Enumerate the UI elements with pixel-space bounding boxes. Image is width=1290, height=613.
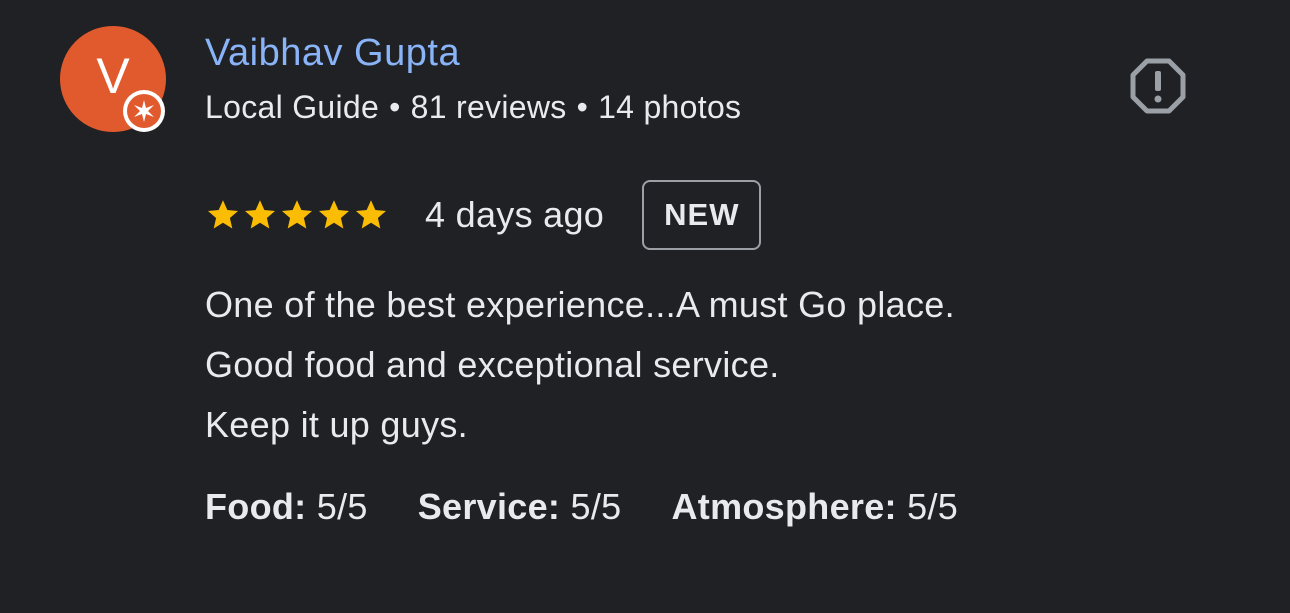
report-octagon-icon xyxy=(1130,58,1186,114)
attribute-food: Food: 5/5 xyxy=(205,486,368,528)
report-button[interactable] xyxy=(1128,56,1188,116)
star-icon xyxy=(245,200,275,229)
reviewer-meta: Local Guide • 81 reviews • 14 photos xyxy=(205,89,741,126)
star-icon xyxy=(356,200,386,229)
attribute-label: Atmosphere: xyxy=(671,486,897,527)
star-icon xyxy=(282,200,312,229)
attribute-atmosphere: Atmosphere: 5/5 xyxy=(671,486,958,528)
avatar-initial: V xyxy=(96,48,130,104)
attribute-value: 5/5 xyxy=(907,486,959,527)
attribute-service: Service: 5/5 xyxy=(418,486,622,528)
review-date: 4 days ago xyxy=(425,194,605,235)
meta-separator: • xyxy=(389,89,401,125)
star-icon xyxy=(319,200,349,229)
local-guide-star-icon xyxy=(127,94,161,128)
star-rating xyxy=(205,197,389,233)
attribute-label: Food: xyxy=(205,486,307,527)
attribute-value: 5/5 xyxy=(570,486,622,527)
avatar[interactable]: V xyxy=(60,26,166,132)
meta-separator: • xyxy=(576,89,589,125)
new-badge: NEW xyxy=(642,180,762,250)
review-text: One of the best experience...A must Go p… xyxy=(205,275,955,455)
review-text-line: One of the best experience...A must Go p… xyxy=(205,284,955,325)
review-card: V Vaibhav Gupta Local Guide • 81 reviews • 1… xyxy=(0,0,1290,613)
review-attributes: Food: 5/5 Service: 5/5 Atmosphere: 5/5 xyxy=(205,486,958,528)
star-icon xyxy=(208,200,238,229)
reviewer-name[interactable]: Vaibhav Gupta xyxy=(205,32,460,75)
photo-count: 14 photos xyxy=(598,89,742,125)
local-guide-badge xyxy=(123,90,165,132)
review-count: 81 reviews xyxy=(410,89,567,125)
attribute-value: 5/5 xyxy=(316,486,368,527)
review-text-line: Keep it up guys. xyxy=(205,404,468,445)
rating-row: 4 days ago NEW xyxy=(205,180,762,250)
review-text-line: Good food and exceptional service. xyxy=(205,344,780,385)
attribute-label: Service: xyxy=(417,486,561,527)
guide-level: Local Guide xyxy=(205,89,380,125)
